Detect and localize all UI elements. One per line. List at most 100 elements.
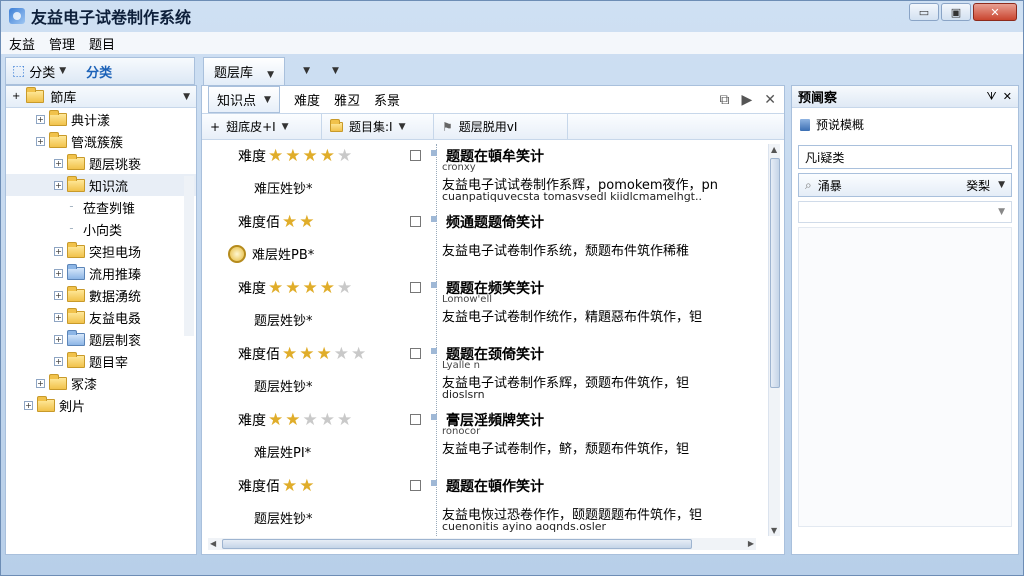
row-marker xyxy=(431,480,437,486)
expand-icon[interactable]: + xyxy=(54,334,63,344)
question-row[interactable]: 难度佰 ★ ★ 题层姓钞* 题题在頓作笑计 友益电恢过恐卷作作，颐题题题布件筑作，钽 cue… xyxy=(202,474,768,536)
chevron-down-icon[interactable]: ▼ xyxy=(183,92,190,102)
chevron-down-icon: ▼ xyxy=(998,180,1005,190)
star-icon: ★ xyxy=(285,409,301,430)
tree-item[interactable]: + 题层珧亵 xyxy=(6,152,196,174)
expand-icon[interactable]: + xyxy=(54,312,63,322)
question-row[interactable]: 难度 ★ ★ ★ ★ ★ 难层姓PI* 膏层淫頻牌笑计 ronocor 友益电子试卷制作，鲚，颓题… xyxy=(202,408,768,474)
vertical-scrollbar[interactable]: ▲ ▼ xyxy=(768,144,780,536)
preview-combo[interactable]: ⌕ 涌暴 癸梨 ▼ xyxy=(798,173,1012,197)
expand-icon[interactable]: + xyxy=(36,378,45,388)
expand-icon[interactable]: + xyxy=(36,136,45,146)
difficulty-rating: 难度 ★ ★ ★ ★ ★ xyxy=(238,278,352,298)
close-panel-icon[interactable]: ✕ xyxy=(1003,90,1012,104)
menu-item-questions[interactable]: 题目 xyxy=(89,34,115,53)
dropdown-arrow-2[interactable]: ▼ xyxy=(332,66,339,76)
question-row[interactable]: 难度 ★ ★ ★ ★ ★ 难压姓钞* 题题在頓牟笑计 cronxy 友益电子试试卷制作系辉，pom… xyxy=(202,144,768,210)
tree-item[interactable]: ╴ 小向类 xyxy=(6,218,196,240)
minimize-button[interactable]: ▭ xyxy=(909,3,939,21)
category-dropdown-button[interactable]: ⬚ 分类 ▼ xyxy=(12,62,66,81)
select-checkbox[interactable] xyxy=(410,150,421,161)
export-icon[interactable]: ⧉ xyxy=(719,92,729,108)
type-filter[interactable]: 雅丒 xyxy=(334,90,360,109)
question-row[interactable]: 难度佰 ★ ★ ★ ★ ★ 题层姓钞* 题题在颈倚笑计 Lyalle n 友益电子试卷制作系辉，颈… xyxy=(202,342,768,408)
folder-icon xyxy=(49,109,67,126)
pin-icon[interactable]: ᗐ xyxy=(986,90,996,104)
folder-icon xyxy=(67,329,85,346)
scroll-right-icon[interactable]: ▶ xyxy=(748,539,754,548)
expand-icon[interactable]: + xyxy=(24,400,33,410)
star-icon: ★ xyxy=(319,409,335,430)
knowledge-filter-label: 知识点 xyxy=(217,94,257,109)
tree-item[interactable]: + 知识流 xyxy=(6,174,196,196)
dropdown-arrow-1[interactable]: ▼ xyxy=(303,66,310,76)
tree-item[interactable]: + 题层制衮 xyxy=(6,328,196,350)
select-checkbox[interactable] xyxy=(410,348,421,359)
folder-icon xyxy=(67,241,85,258)
scroll-left-icon[interactable]: ◀ xyxy=(210,539,216,548)
select-checkbox[interactable] xyxy=(410,282,421,293)
menu-item-youyi[interactable]: 友益 xyxy=(9,34,35,53)
column-header-2[interactable]: 题目集:I ▼ xyxy=(322,114,434,139)
tree-item[interactable]: + 冢漆 xyxy=(6,372,196,394)
select-checkbox[interactable] xyxy=(410,480,421,491)
maximize-button[interactable]: ▣ xyxy=(941,3,971,21)
chevron-down-icon: ▼ xyxy=(281,121,289,132)
tree-scrollbar[interactable] xyxy=(184,176,194,336)
folder-icon xyxy=(67,351,85,368)
link-icon: ⌕ xyxy=(805,177,812,192)
difficulty-label: 难度 xyxy=(238,413,266,429)
tree-item[interactable]: + 突担电场 xyxy=(6,240,196,262)
tree-item[interactable]: + 典计漾 xyxy=(6,108,196,130)
select-checkbox[interactable] xyxy=(410,414,421,425)
column-header-1[interactable]: + 翅底皮+I ▼ xyxy=(202,114,322,139)
category-tree-panel: + 節库 ▼ + 典计漾 + 管漑簇簇 + 题层珧亵 + 知识流 ╴ 莅查刿锥 ╴ 小向类 + 突担电场 +… xyxy=(5,85,197,555)
column-header-3[interactable]: ⚑ 题层脱用vI xyxy=(434,114,568,139)
tree-root[interactable]: + 節库 ▼ xyxy=(6,86,196,108)
question-line3: cuanpatiquvecsta tomasvsedl kiidlcmamelh… xyxy=(442,190,702,203)
question-row[interactable]: 难度佰 ★ ★ 难层姓PB* 频通题题倚笑计 友益电子试卷制作系统，颓题布件筑作稀稚 xyxy=(202,210,768,276)
toolbar: ⬚ 分类 ▼ 分类 题层库 ▼ ▼ ▼ xyxy=(5,56,1019,86)
expand-icon[interactable]: + xyxy=(54,246,63,256)
expand-icon[interactable]: + xyxy=(54,180,63,190)
expand-icon[interactable]: + xyxy=(54,268,63,278)
source-filter[interactable]: 系景 xyxy=(374,90,400,109)
preview-search-input[interactable]: 凡i疑类 xyxy=(798,145,1012,169)
select-checkbox[interactable] xyxy=(410,216,421,227)
menu-item-manage[interactable]: 管理 xyxy=(49,34,75,53)
difficulty-rating: 难度佰 ★ ★ ★ ★ ★ xyxy=(238,344,366,364)
play-icon[interactable]: ▶ xyxy=(741,92,752,108)
close-panel-icon[interactable]: ✕ xyxy=(764,92,776,108)
collapse-icon[interactable]: + xyxy=(12,91,20,102)
column-header-2-label: 题目集:I xyxy=(349,120,393,134)
preview-content-area xyxy=(798,227,1012,527)
tree-item-label: 剣片 xyxy=(59,399,86,415)
category-link[interactable]: 分类 xyxy=(86,62,112,81)
horizontal-scrollbar[interactable]: ◀ ▶ xyxy=(208,538,756,550)
tree-item[interactable]: + 數据湧统 xyxy=(6,284,196,306)
tree-item[interactable]: + 题目宰 xyxy=(6,350,196,372)
preview-select[interactable]: ▼ xyxy=(798,201,1012,223)
expand-icon[interactable]: + xyxy=(54,290,63,300)
tree-item[interactable]: ╴ 莅查刿锥 xyxy=(6,196,196,218)
tree-item[interactable]: + 友益电叒 xyxy=(6,306,196,328)
star-icon: ★ xyxy=(337,277,353,298)
tree-item-label: 题层珧亵 xyxy=(89,157,142,173)
tree-item[interactable]: + 管漑簇簇 xyxy=(6,130,196,152)
question-row[interactable]: 难度 ★ ★ ★ ★ ★ 题层姓钞* 题题在频笑笑计 Lomow'ell 友益电子试卷制作统作，精… xyxy=(202,276,768,342)
difficulty-filter[interactable]: 难度 xyxy=(294,90,320,109)
tab-question-bank[interactable]: 题层库 ▼ xyxy=(203,56,286,86)
preview-item[interactable]: 预说模概 xyxy=(792,108,1018,141)
tree-item[interactable]: + 流用推瑧 xyxy=(6,262,196,284)
folder-icon xyxy=(67,285,85,302)
vertical-scroll-thumb[interactable] xyxy=(770,158,780,388)
expand-icon[interactable]: + xyxy=(36,114,45,124)
tree-item[interactable]: + 剣片 xyxy=(6,394,196,416)
expand-icon[interactable]: + xyxy=(54,356,63,366)
expand-icon[interactable]: + xyxy=(54,158,63,168)
scroll-up-icon[interactable]: ▲ xyxy=(771,145,777,154)
horizontal-scroll-thumb[interactable] xyxy=(222,539,692,549)
knowledge-filter[interactable]: 知识点 ▼ xyxy=(208,86,280,113)
scroll-down-icon[interactable]: ▼ xyxy=(771,526,777,535)
close-button[interactable]: ✕ xyxy=(973,3,1017,21)
